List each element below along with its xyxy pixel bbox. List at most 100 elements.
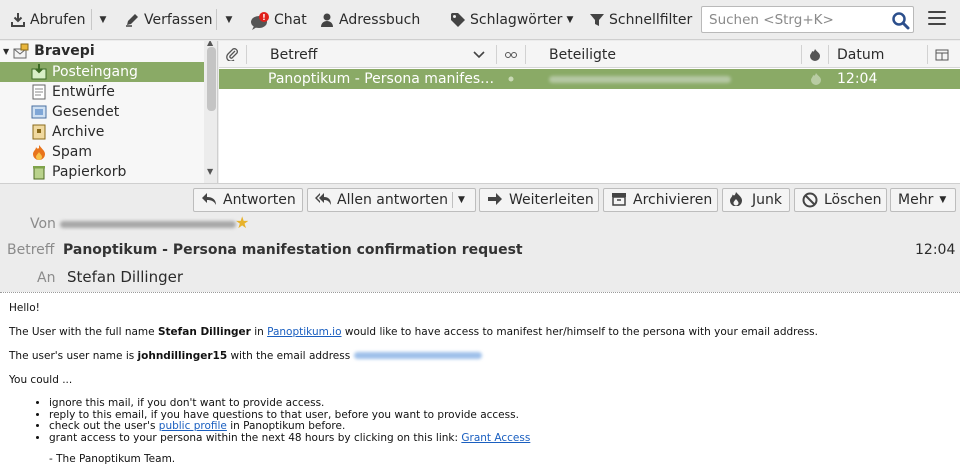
reply-all-dropdown-arrow[interactable]: ▼ xyxy=(458,195,465,205)
redacted-sender xyxy=(60,221,236,228)
spam-icon xyxy=(31,144,47,160)
archive-label: Archivieren xyxy=(633,192,713,208)
archive-folder-icon xyxy=(31,124,47,140)
folder-label: Entwürfe xyxy=(52,84,115,100)
folder-trash[interactable]: Papierkorb xyxy=(0,162,204,182)
folder-label: Archive xyxy=(52,124,105,140)
body-paragraph-1: The User with the full name Stefan Dilli… xyxy=(9,326,818,338)
collapse-triangle-icon[interactable]: ▼ xyxy=(3,47,9,56)
tags-label: Schlagwörter xyxy=(470,11,563,28)
junk-button[interactable]: Junk xyxy=(722,188,790,212)
body-paragraph-3: You could ... xyxy=(9,374,73,386)
toolbar-separator xyxy=(91,9,92,30)
folder-scrollbar[interactable]: ▲ ▼ xyxy=(204,41,217,183)
addressbook-label: Adressbuch xyxy=(339,11,421,28)
archive-box-icon xyxy=(611,192,627,208)
junk-status-icon[interactable] xyxy=(811,69,821,89)
quickfilter-button[interactable]: Schnellfilter xyxy=(585,5,696,34)
chat-label: Chat xyxy=(274,11,307,28)
star-icon[interactable]: ★ xyxy=(235,213,249,232)
thread-subject: Panoptikum - Persona manifes… xyxy=(268,71,495,87)
sort-chevron-icon[interactable] xyxy=(473,41,485,68)
compose-dropdown-arrow[interactable]: ▼ xyxy=(221,5,237,34)
reply-all-button[interactable]: Allen antworten ▼ xyxy=(307,188,476,212)
redacted-email-link[interactable] xyxy=(353,352,482,359)
filter-icon xyxy=(589,12,605,28)
body-paragraph-2: The user's user name is johndillinger15 … xyxy=(9,350,951,363)
compose-button[interactable]: Verfassen xyxy=(120,5,216,34)
forward-button[interactable]: Weiterleiten xyxy=(479,188,599,212)
drafts-icon xyxy=(31,84,47,100)
panoptikum-link[interactable]: Panoptikum.io xyxy=(267,326,341,338)
date-column-header[interactable]: Datum xyxy=(837,41,884,68)
main-toolbar: Abrufen ▼ Verfassen ▼ ! Chat Adressbuch … xyxy=(0,0,960,40)
folder-drafts[interactable]: Entwürfe xyxy=(0,82,204,102)
person-icon xyxy=(319,12,335,28)
forward-label: Weiterleiten xyxy=(509,192,594,208)
list-item: ignore this mail, if you don't want to p… xyxy=(49,397,951,410)
fetch-dropdown-arrow[interactable]: ▼ xyxy=(95,5,111,34)
folder-archive[interactable]: Archive xyxy=(0,122,204,142)
read-status-dot-icon[interactable] xyxy=(507,69,515,89)
account-name: Bravepi xyxy=(34,43,95,59)
svg-text:!: ! xyxy=(262,13,266,22)
download-icon xyxy=(10,12,26,28)
subject-column-header[interactable]: Betreff xyxy=(270,41,317,68)
junk-column-icon[interactable] xyxy=(810,41,820,68)
to-label: An xyxy=(37,270,56,286)
account-row[interactable]: ▼ Bravepi xyxy=(0,41,204,61)
chat-button[interactable]: ! Chat xyxy=(246,5,311,34)
thread-column-icon[interactable] xyxy=(504,41,518,68)
folder-pane: ▼ Bravepi Posteingang Entwürfe Gesendet … xyxy=(0,41,218,183)
message-subject: Panoptikum - Persona manifestation confi… xyxy=(63,242,523,258)
delete-circle-icon xyxy=(802,192,818,208)
folder-label: Spam xyxy=(52,144,92,160)
reply-button[interactable]: Antworten xyxy=(193,188,303,212)
archive-button[interactable]: Archivieren xyxy=(603,188,718,212)
folder-label: Posteingang xyxy=(52,64,138,80)
message-header: Antworten Allen antworten ▼ Weiterleiten… xyxy=(0,183,960,291)
app-menu-button[interactable] xyxy=(928,11,946,27)
fetch-label: Abrufen xyxy=(30,11,86,28)
forward-arrow-icon xyxy=(487,192,503,208)
addressbook-button[interactable]: Adressbuch xyxy=(315,5,424,34)
recipient-name[interactable]: Stefan Dillinger xyxy=(67,268,183,286)
subject-label: Betreff xyxy=(7,242,55,258)
trash-icon xyxy=(31,164,47,180)
junk-label: Junk xyxy=(752,192,782,208)
search-box xyxy=(701,6,914,33)
participants-column-label: Beteiligte xyxy=(549,46,616,63)
participants-column-header[interactable]: Beteiligte xyxy=(549,41,616,68)
table-row[interactable]: Panoptikum - Persona manifes… 12:04 xyxy=(219,69,960,89)
inbox-icon xyxy=(31,64,47,80)
reply-all-label: Allen antworten xyxy=(337,192,448,208)
chevron-down-icon: ▼ xyxy=(566,14,574,25)
tags-button[interactable]: Schlagwörter ▼ xyxy=(446,5,577,34)
folder-label: Papierkorb xyxy=(52,164,127,180)
folder-sent[interactable]: Gesendet xyxy=(0,102,204,122)
date-column-label: Datum xyxy=(837,46,885,63)
column-picker-icon[interactable] xyxy=(935,41,949,68)
chevron-down-icon: ▼ xyxy=(939,195,947,205)
message-time: 12:04 xyxy=(915,242,956,258)
redacted-participant xyxy=(549,75,731,83)
folder-spam[interactable]: Spam xyxy=(0,142,204,162)
compose-label: Verfassen xyxy=(144,11,213,28)
toolbar-separator xyxy=(216,9,217,30)
folder-inbox[interactable]: Posteingang xyxy=(0,62,204,82)
search-icon[interactable] xyxy=(891,11,910,30)
fetch-button[interactable]: Abrufen xyxy=(6,5,90,34)
attachment-column[interactable] xyxy=(225,41,241,68)
more-button[interactable]: Mehr ▼ xyxy=(890,188,956,212)
list-item: grant access to your persona within the … xyxy=(49,432,951,445)
grant-access-link[interactable]: Grant Access xyxy=(461,432,530,444)
search-input[interactable] xyxy=(702,7,887,32)
message-body: Hello! The User with the full name Stefa… xyxy=(0,292,960,475)
body-list: ignore this mail, if you don't want to p… xyxy=(9,397,951,445)
scrollbar-thumb[interactable] xyxy=(207,47,216,111)
scroll-down-arrow[interactable]: ▼ xyxy=(207,167,213,176)
delete-button[interactable]: Löschen xyxy=(794,188,887,212)
public-profile-link[interactable]: public profile xyxy=(159,420,227,432)
thread-participants xyxy=(549,69,731,89)
thread-date: 12:04 xyxy=(837,71,878,87)
